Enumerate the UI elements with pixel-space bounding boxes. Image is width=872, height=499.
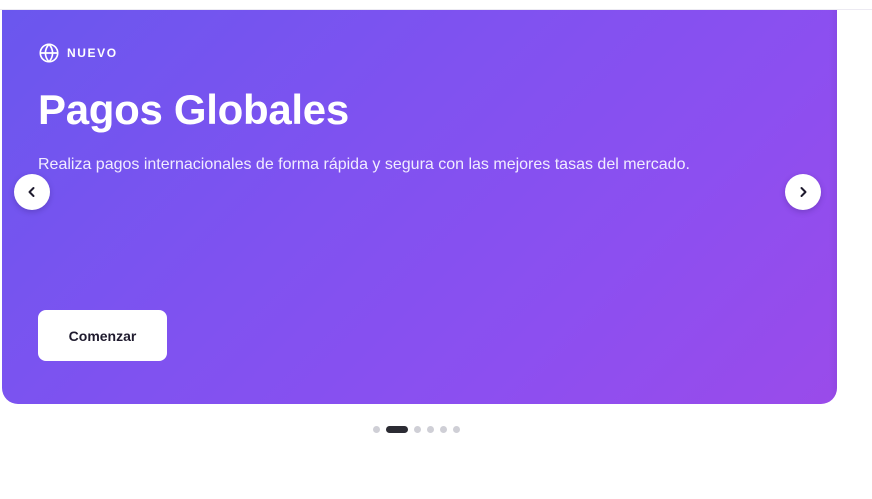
slide-description: Realiza pagos internacionales de forma r… (38, 156, 690, 173)
next-slide-button[interactable] (785, 174, 821, 210)
pagination-dot[interactable] (453, 426, 460, 433)
pagination-dot-active[interactable] (386, 426, 408, 433)
chevron-right-icon (796, 185, 810, 199)
pagination-dot[interactable] (427, 426, 434, 433)
slide-title: Pagos Globales (38, 86, 349, 133)
start-button[interactable]: Comenzar (38, 310, 167, 361)
badge-label: NUEVO (67, 46, 118, 60)
slide-badge: NUEVO (38, 42, 118, 64)
chevron-left-icon (25, 185, 39, 199)
globe-icon (38, 42, 60, 64)
pagination-dot[interactable] (373, 426, 380, 433)
pagination-dot[interactable] (414, 426, 421, 433)
hero-carousel: NUEVO Pagos Globales Realiza pagos inter… (2, 10, 837, 404)
previous-slide-button[interactable] (14, 174, 50, 210)
carousel-pagination (373, 426, 460, 433)
pagination-dot[interactable] (440, 426, 447, 433)
